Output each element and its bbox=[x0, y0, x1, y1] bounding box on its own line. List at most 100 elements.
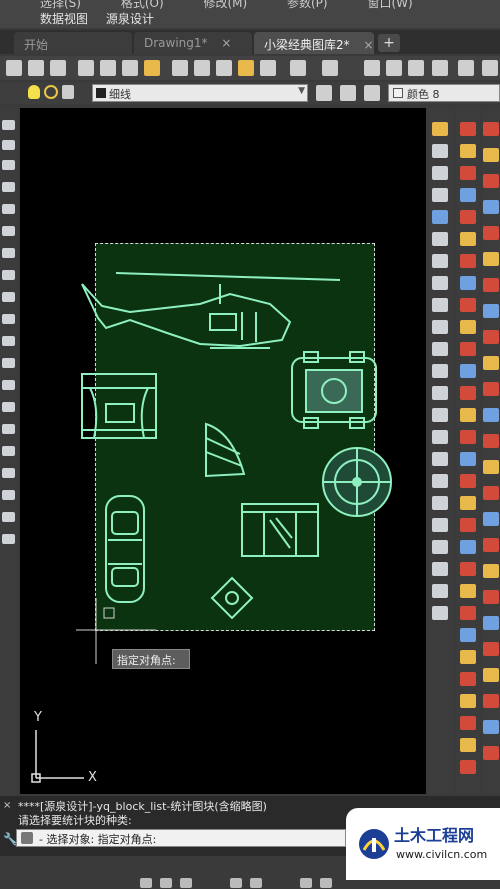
close-icon[interactable]: × bbox=[363, 38, 373, 52]
overkill-icon[interactable] bbox=[432, 562, 448, 576]
add-selected-icon[interactable] bbox=[2, 534, 15, 544]
yq-tool-4-icon[interactable] bbox=[460, 188, 476, 202]
command-input[interactable]: - 选择对象: 指定对角点: bbox=[16, 829, 346, 847]
zoom-previous-icon[interactable] bbox=[432, 60, 448, 76]
yq-tool-23-icon[interactable] bbox=[460, 606, 476, 620]
construction-line-icon[interactable] bbox=[2, 140, 15, 150]
save-icon[interactable] bbox=[50, 60, 66, 76]
edit-polyline-icon[interactable] bbox=[432, 606, 448, 620]
yq2-tool-21-icon[interactable] bbox=[483, 642, 499, 656]
reverse-icon[interactable] bbox=[432, 584, 448, 598]
yq-tool-9-icon[interactable] bbox=[460, 298, 476, 312]
zoom-window-icon[interactable] bbox=[408, 60, 424, 76]
layer-on-icon[interactable] bbox=[28, 85, 40, 99]
move-icon[interactable] bbox=[432, 232, 448, 246]
yq2-tool-23-icon[interactable] bbox=[483, 694, 499, 708]
stretch-icon[interactable] bbox=[432, 298, 448, 312]
menu-item-select[interactable]: 选择(S) bbox=[40, 0, 81, 10]
yq2-tool-3-icon[interactable] bbox=[483, 174, 499, 188]
polyline-icon[interactable] bbox=[2, 160, 15, 170]
copy-object-icon[interactable] bbox=[432, 144, 448, 158]
scale-icon[interactable] bbox=[432, 276, 448, 290]
yq2-tool-9-icon[interactable] bbox=[483, 330, 499, 344]
yq2-tool-11-icon[interactable] bbox=[483, 382, 499, 396]
osnap-icon[interactable] bbox=[300, 878, 312, 888]
divide-icon[interactable] bbox=[432, 518, 448, 532]
rectangle-icon[interactable] bbox=[2, 204, 15, 214]
block-editor-icon[interactable] bbox=[260, 60, 276, 76]
yq-tool-6-icon[interactable] bbox=[460, 232, 476, 246]
yq2-tool-12-icon[interactable] bbox=[483, 408, 499, 422]
trim-icon[interactable] bbox=[432, 320, 448, 334]
zoom-realtime-icon[interactable] bbox=[386, 60, 402, 76]
yq-tool-24-icon[interactable] bbox=[460, 628, 476, 642]
chamfer-icon[interactable] bbox=[432, 408, 448, 422]
menu-item-format[interactable]: 格式(O) bbox=[121, 0, 164, 10]
new-tab-button[interactable]: + bbox=[378, 34, 400, 52]
close-icon[interactable]: × bbox=[221, 36, 231, 50]
color-dropdown[interactable]: 颜色 8 bbox=[388, 84, 500, 102]
plot-icon[interactable] bbox=[122, 60, 138, 76]
match-properties-icon[interactable] bbox=[238, 60, 254, 76]
array-icon[interactable] bbox=[432, 210, 448, 224]
yq2-tool-8-icon[interactable] bbox=[483, 304, 499, 318]
yq-tool-3-icon[interactable] bbox=[460, 166, 476, 180]
menu-item-yuanquan-design[interactable]: 源泉设计 bbox=[106, 12, 154, 26]
arc-icon[interactable] bbox=[2, 226, 15, 236]
layer-states-icon[interactable] bbox=[364, 85, 380, 101]
menu-item-parameter[interactable]: 参数(P) bbox=[287, 0, 328, 10]
lengthen-icon[interactable] bbox=[432, 496, 448, 510]
insert-block-icon[interactable] bbox=[2, 358, 15, 368]
layer-lock-icon[interactable] bbox=[62, 85, 74, 99]
mirror-icon[interactable] bbox=[432, 166, 448, 180]
hatch-icon[interactable] bbox=[2, 424, 15, 434]
align-icon[interactable] bbox=[432, 474, 448, 488]
yq2-tool-25-icon[interactable] bbox=[483, 746, 499, 760]
yq-tool-13-icon[interactable] bbox=[460, 386, 476, 400]
polar-icon[interactable] bbox=[250, 878, 262, 888]
print-preview-icon[interactable] bbox=[100, 60, 116, 76]
measure-icon[interactable] bbox=[432, 540, 448, 554]
new-file-icon[interactable] bbox=[6, 60, 22, 76]
fillet-icon[interactable] bbox=[432, 430, 448, 444]
yq2-tool-6-icon[interactable] bbox=[483, 252, 499, 266]
tab-drawing1[interactable]: Drawing1* × bbox=[134, 32, 252, 54]
region-icon[interactable] bbox=[2, 468, 15, 478]
yq-tool-29-icon[interactable] bbox=[460, 738, 476, 752]
yq-tool-25-icon[interactable] bbox=[460, 650, 476, 664]
yq-tool-26-icon[interactable] bbox=[460, 672, 476, 686]
snap-icon[interactable] bbox=[180, 878, 192, 888]
layer-dropdown[interactable]: 细线 ▼ bbox=[92, 84, 308, 102]
yq2-tool-13-icon[interactable] bbox=[483, 434, 499, 448]
join-icon[interactable] bbox=[432, 386, 448, 400]
yq-tool-8-icon[interactable] bbox=[460, 276, 476, 290]
yq-tool-30-icon[interactable] bbox=[460, 760, 476, 774]
publish-icon[interactable] bbox=[144, 60, 160, 76]
grid-icon[interactable] bbox=[160, 878, 172, 888]
open-file-icon[interactable] bbox=[28, 60, 44, 76]
yq2-tool-22-icon[interactable] bbox=[483, 668, 499, 682]
yq-tool-28-icon[interactable] bbox=[460, 716, 476, 730]
tab-start[interactable]: 开始 bbox=[14, 32, 132, 54]
lineweight-icon[interactable] bbox=[320, 878, 332, 888]
erase-icon[interactable] bbox=[432, 122, 448, 136]
ellipse-icon[interactable] bbox=[2, 314, 15, 324]
yq2-tool-16-icon[interactable] bbox=[483, 512, 499, 526]
yq-tool-15-icon[interactable] bbox=[460, 430, 476, 444]
copy-icon[interactable] bbox=[194, 60, 210, 76]
yq-tool-5-icon[interactable] bbox=[460, 210, 476, 224]
yq-tool-19-icon[interactable] bbox=[460, 518, 476, 532]
menu-item-modify[interactable]: 修改(M) bbox=[203, 0, 247, 10]
yq2-tool-4-icon[interactable] bbox=[483, 200, 499, 214]
tab-xiaoliang-library[interactable]: 小梁经典图库2* × bbox=[254, 32, 374, 54]
yq-tool-10-icon[interactable] bbox=[460, 320, 476, 334]
yq-tool-12-icon[interactable] bbox=[460, 364, 476, 378]
circle-icon[interactable] bbox=[2, 248, 15, 258]
properties-icon[interactable] bbox=[458, 60, 474, 76]
yq2-tool-18-icon[interactable] bbox=[483, 564, 499, 578]
line-icon[interactable] bbox=[2, 120, 15, 130]
yq-tool-14-icon[interactable] bbox=[460, 408, 476, 422]
yq-tool-17-icon[interactable] bbox=[460, 474, 476, 488]
yq-tool-27-icon[interactable] bbox=[460, 694, 476, 708]
yq2-tool-1-icon[interactable] bbox=[483, 122, 499, 136]
